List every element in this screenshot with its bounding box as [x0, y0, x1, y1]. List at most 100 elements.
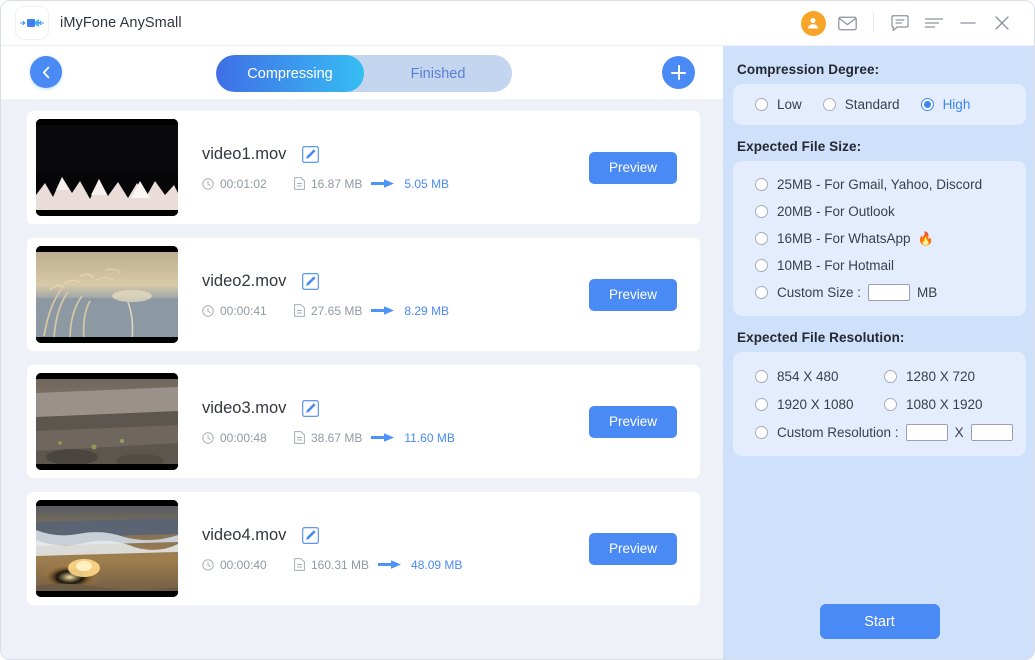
radio-size-20mb[interactable]: 20MB - For Outlook — [733, 198, 1026, 225]
video-filename: video4.mov — [202, 525, 287, 544]
radio-label: 1280 X 720 — [906, 368, 976, 384]
radio-button-selected — [920, 98, 934, 111]
radio-res-1280x720[interactable]: 1280 X 720 — [884, 362, 1013, 390]
radio-button — [755, 425, 768, 439]
radio-label: High — [942, 97, 971, 112]
filename-line: video1.mov — [202, 145, 589, 164]
file-icon — [294, 177, 305, 190]
radio-degree-low[interactable]: Low — [755, 97, 802, 112]
radio-label: 16MB - For WhatsApp — [777, 231, 911, 246]
compression-degree-card: Low Standard High — [733, 84, 1026, 125]
original-size-stat: 160.31 MB — [294, 558, 369, 572]
feedback-icon[interactable] — [883, 6, 917, 40]
radio-label: 10MB - For Hotmail — [777, 258, 895, 273]
clock-icon — [202, 431, 214, 444]
fire-icon: 🔥 — [917, 231, 934, 246]
radio-button — [755, 178, 768, 191]
compression-degree-options: Low Standard High — [733, 94, 1026, 115]
radio-degree-high[interactable]: High — [920, 97, 971, 112]
original-size-stat: 27.65 MB — [294, 304, 362, 318]
table-row[interactable]: video1.mov 00:01:02 16.87 MB 5.05 MB Pre… — [26, 110, 701, 225]
video-stats: 00:01:02 16.87 MB 5.05 MB — [202, 177, 589, 191]
compressed-size-value: 48.09 MB — [411, 557, 463, 572]
duration-stat: 00:00:48 — [202, 431, 294, 445]
duration-value: 00:00:48 — [220, 430, 267, 445]
radio-degree-standard[interactable]: Standard — [822, 97, 900, 112]
radio-button — [755, 259, 768, 272]
video-meta: video4.mov 00:00:40 160.31 MB 48.09 MB — [202, 526, 589, 572]
radio-size-custom[interactable]: Custom Size : MB — [733, 279, 1026, 306]
radio-label: 1920 X 1080 — [777, 396, 854, 412]
video-meta: video3.mov 00:00:48 38.67 MB 11.60 MB — [202, 399, 589, 445]
video-stats: 00:00:41 27.65 MB 8.29 MB — [202, 304, 589, 318]
custom-size-input[interactable] — [868, 284, 911, 301]
original-size-value: 27.65 MB — [311, 303, 363, 318]
filename-line: video4.mov — [202, 526, 589, 545]
mail-icon[interactable] — [830, 6, 864, 40]
compressed-size-value: 11.60 MB — [404, 430, 455, 445]
radio-size-10mb[interactable]: 10MB - For Hotmail — [733, 252, 1026, 279]
app-logo-icon — [15, 6, 49, 40]
account-avatar[interactable] — [796, 6, 830, 40]
radio-res-custom[interactable]: Custom Resolution : X — [755, 418, 1026, 446]
radio-label: 854 X 480 — [777, 368, 839, 384]
edit-icon[interactable] — [301, 399, 319, 417]
avatar — [800, 10, 826, 36]
radio-size-16mb[interactable]: 16MB - For WhatsApp 🔥 — [733, 225, 1026, 252]
back-button[interactable] — [30, 56, 62, 88]
radio-res-1080x1920[interactable]: 1080 X 1920 — [884, 390, 1013, 418]
arrow-right-icon — [371, 178, 395, 189]
video-thumbnail[interactable] — [36, 373, 178, 470]
resolution-options: 854 X 480 1280 X 720 1920 X 1080 1080 X … — [733, 362, 1026, 446]
arrow-right-icon — [378, 559, 402, 570]
video-thumbnail[interactable] — [36, 246, 178, 343]
radio-label: Custom Resolution : — [777, 424, 899, 440]
expected-file-resolution-title: Expected File Resolution: — [737, 330, 905, 345]
tab-compressing[interactable]: Compressing — [216, 55, 364, 92]
radio-res-1920x1080[interactable]: 1920 X 1080 — [755, 390, 884, 418]
video-filename: video1.mov — [202, 144, 287, 163]
title-bar-controls — [796, 1, 1034, 46]
compression-degree-title: Compression Degree: — [737, 62, 880, 77]
radio-size-25mb[interactable]: 25MB - For Gmail, Yahoo, Discord — [733, 171, 1026, 198]
radio-button — [822, 98, 836, 111]
video-thumbnail[interactable] — [36, 119, 178, 216]
edit-icon[interactable] — [301, 145, 319, 163]
view-tabs: Compressing Finished — [216, 55, 512, 92]
start-button[interactable]: Start — [819, 604, 940, 639]
expected-file-size-card: 25MB - For Gmail, Yahoo, Discord 20MB - … — [733, 161, 1026, 316]
tab-finished[interactable]: Finished — [364, 55, 512, 92]
preview-button[interactable]: Preview — [589, 278, 677, 311]
duration-stat: 00:01:02 — [202, 177, 294, 191]
edit-icon[interactable] — [301, 526, 319, 544]
radio-label: Custom Size : — [777, 285, 862, 300]
table-row[interactable]: video4.mov 00:00:40 160.31 MB 48.09 MB P… — [26, 491, 701, 606]
duration-value: 00:00:40 — [220, 557, 267, 572]
custom-height-input[interactable] — [970, 423, 1013, 441]
minimize-icon[interactable] — [951, 6, 985, 40]
radio-label: 1080 X 1920 — [906, 396, 983, 412]
radio-button — [755, 98, 768, 111]
table-row[interactable]: video3.mov 00:00:48 38.67 MB 11.60 MB Pr… — [26, 364, 701, 479]
duration-value: 00:00:41 — [220, 303, 267, 318]
custom-width-input[interactable] — [905, 423, 948, 441]
menu-icon[interactable] — [917, 6, 951, 40]
close-icon[interactable] — [985, 6, 1019, 40]
start-button-area: Start — [723, 604, 1034, 639]
file-icon — [294, 558, 305, 571]
radio-button — [755, 205, 768, 218]
video-stats: 00:00:48 38.67 MB 11.60 MB — [202, 431, 589, 445]
radio-label: 25MB - For Gmail, Yahoo, Discord — [777, 177, 983, 192]
table-row[interactable]: video2.mov 00:00:41 27.65 MB 8.29 MB Pre… — [26, 237, 701, 352]
add-file-button[interactable] — [662, 56, 695, 89]
radio-res-854x480[interactable]: 854 X 480 — [755, 362, 884, 390]
radio-label: Low — [777, 97, 802, 112]
custom-size-unit: MB — [917, 285, 938, 300]
preview-button[interactable]: Preview — [589, 532, 677, 565]
video-thumbnail[interactable] — [36, 500, 178, 597]
edit-icon[interactable] — [301, 272, 319, 290]
preview-button[interactable]: Preview — [589, 151, 677, 184]
original-size-stat: 16.87 MB — [294, 177, 362, 191]
preview-button[interactable]: Preview — [589, 405, 677, 438]
video-stats: 00:00:40 160.31 MB 48.09 MB — [202, 558, 589, 572]
